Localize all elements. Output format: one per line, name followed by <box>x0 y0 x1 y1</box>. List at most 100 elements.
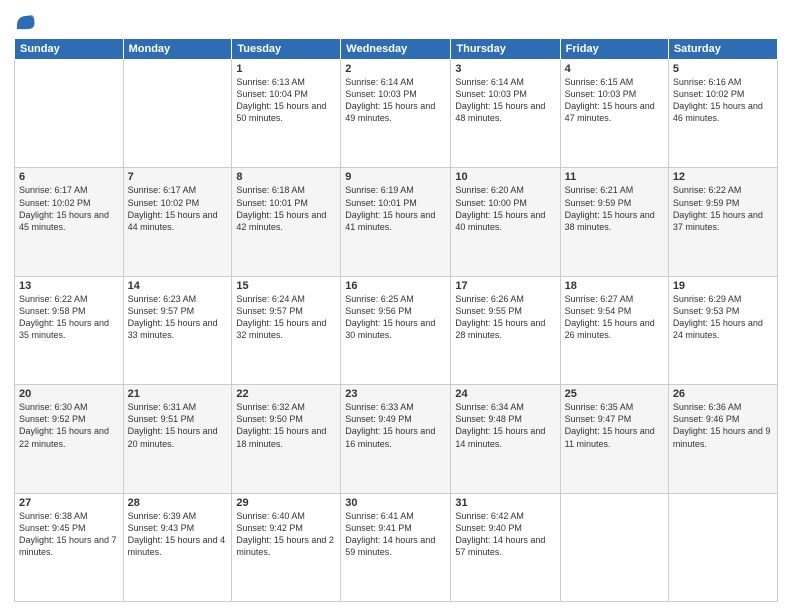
calendar-cell: 8Sunrise: 6:18 AM Sunset: 10:01 PM Dayli… <box>232 168 341 276</box>
calendar-cell: 26Sunrise: 6:36 AM Sunset: 9:46 PM Dayli… <box>668 385 777 493</box>
weekday-header-tuesday: Tuesday <box>232 39 341 60</box>
calendar-cell: 11Sunrise: 6:21 AM Sunset: 9:59 PM Dayli… <box>560 168 668 276</box>
day-info: Sunrise: 6:42 AM Sunset: 9:40 PM Dayligh… <box>455 510 555 559</box>
calendar-cell: 12Sunrise: 6:22 AM Sunset: 9:59 PM Dayli… <box>668 168 777 276</box>
header <box>14 10 778 32</box>
day-info: Sunrise: 6:21 AM Sunset: 9:59 PM Dayligh… <box>565 184 664 233</box>
logo-icon <box>14 10 36 32</box>
day-info: Sunrise: 6:40 AM Sunset: 9:42 PM Dayligh… <box>236 510 336 559</box>
day-info: Sunrise: 6:22 AM Sunset: 9:59 PM Dayligh… <box>673 184 773 233</box>
day-number: 11 <box>565 171 664 183</box>
calendar-cell: 23Sunrise: 6:33 AM Sunset: 9:49 PM Dayli… <box>341 385 451 493</box>
day-info: Sunrise: 6:38 AM Sunset: 9:45 PM Dayligh… <box>19 510 119 559</box>
calendar-cell: 20Sunrise: 6:30 AM Sunset: 9:52 PM Dayli… <box>15 385 124 493</box>
weekday-header-thursday: Thursday <box>451 39 560 60</box>
calendar-cell: 10Sunrise: 6:20 AM Sunset: 10:00 PM Dayl… <box>451 168 560 276</box>
day-info: Sunrise: 6:36 AM Sunset: 9:46 PM Dayligh… <box>673 401 773 450</box>
day-info: Sunrise: 6:14 AM Sunset: 10:03 PM Daylig… <box>455 76 555 125</box>
calendar-cell: 17Sunrise: 6:26 AM Sunset: 9:55 PM Dayli… <box>451 276 560 384</box>
weekday-header-monday: Monday <box>123 39 232 60</box>
calendar-cell: 9Sunrise: 6:19 AM Sunset: 10:01 PM Dayli… <box>341 168 451 276</box>
calendar-cell: 29Sunrise: 6:40 AM Sunset: 9:42 PM Dayli… <box>232 493 341 601</box>
weekday-header-saturday: Saturday <box>668 39 777 60</box>
week-row-0: 1Sunrise: 6:13 AM Sunset: 10:04 PM Dayli… <box>15 60 778 168</box>
page: SundayMondayTuesdayWednesdayThursdayFrid… <box>0 0 792 612</box>
day-number: 7 <box>128 171 228 183</box>
calendar-cell: 4Sunrise: 6:15 AM Sunset: 10:03 PM Dayli… <box>560 60 668 168</box>
day-info: Sunrise: 6:27 AM Sunset: 9:54 PM Dayligh… <box>565 293 664 342</box>
day-number: 12 <box>673 171 773 183</box>
day-info: Sunrise: 6:16 AM Sunset: 10:02 PM Daylig… <box>673 76 773 125</box>
day-number: 9 <box>345 171 446 183</box>
day-number: 10 <box>455 171 555 183</box>
calendar-cell: 13Sunrise: 6:22 AM Sunset: 9:58 PM Dayli… <box>15 276 124 384</box>
calendar-cell: 24Sunrise: 6:34 AM Sunset: 9:48 PM Dayli… <box>451 385 560 493</box>
calendar-cell: 1Sunrise: 6:13 AM Sunset: 10:04 PM Dayli… <box>232 60 341 168</box>
day-info: Sunrise: 6:35 AM Sunset: 9:47 PM Dayligh… <box>565 401 664 450</box>
day-info: Sunrise: 6:25 AM Sunset: 9:56 PM Dayligh… <box>345 293 446 342</box>
calendar-cell: 25Sunrise: 6:35 AM Sunset: 9:47 PM Dayli… <box>560 385 668 493</box>
calendar-cell: 31Sunrise: 6:42 AM Sunset: 9:40 PM Dayli… <box>451 493 560 601</box>
week-row-3: 20Sunrise: 6:30 AM Sunset: 9:52 PM Dayli… <box>15 385 778 493</box>
logo <box>14 10 38 32</box>
day-number: 31 <box>455 497 555 509</box>
day-number: 24 <box>455 388 555 400</box>
day-number: 19 <box>673 280 773 292</box>
day-number: 23 <box>345 388 446 400</box>
day-number: 20 <box>19 388 119 400</box>
calendar-cell <box>123 60 232 168</box>
day-number: 2 <box>345 63 446 75</box>
day-info: Sunrise: 6:34 AM Sunset: 9:48 PM Dayligh… <box>455 401 555 450</box>
calendar-cell <box>560 493 668 601</box>
day-number: 4 <box>565 63 664 75</box>
weekday-header-friday: Friday <box>560 39 668 60</box>
calendar-cell: 6Sunrise: 6:17 AM Sunset: 10:02 PM Dayli… <box>15 168 124 276</box>
weekday-header-sunday: Sunday <box>15 39 124 60</box>
calendar-table: SundayMondayTuesdayWednesdayThursdayFrid… <box>14 38 778 602</box>
day-number: 21 <box>128 388 228 400</box>
day-info: Sunrise: 6:31 AM Sunset: 9:51 PM Dayligh… <box>128 401 228 450</box>
week-row-1: 6Sunrise: 6:17 AM Sunset: 10:02 PM Dayli… <box>15 168 778 276</box>
calendar-cell: 18Sunrise: 6:27 AM Sunset: 9:54 PM Dayli… <box>560 276 668 384</box>
day-info: Sunrise: 6:20 AM Sunset: 10:00 PM Daylig… <box>455 184 555 233</box>
calendar-cell: 27Sunrise: 6:38 AM Sunset: 9:45 PM Dayli… <box>15 493 124 601</box>
day-info: Sunrise: 6:19 AM Sunset: 10:01 PM Daylig… <box>345 184 446 233</box>
day-number: 16 <box>345 280 446 292</box>
day-info: Sunrise: 6:15 AM Sunset: 10:03 PM Daylig… <box>565 76 664 125</box>
day-info: Sunrise: 6:17 AM Sunset: 10:02 PM Daylig… <box>128 184 228 233</box>
day-number: 25 <box>565 388 664 400</box>
calendar-cell: 30Sunrise: 6:41 AM Sunset: 9:41 PM Dayli… <box>341 493 451 601</box>
day-number: 6 <box>19 171 119 183</box>
day-number: 8 <box>236 171 336 183</box>
day-number: 27 <box>19 497 119 509</box>
day-info: Sunrise: 6:41 AM Sunset: 9:41 PM Dayligh… <box>345 510 446 559</box>
day-info: Sunrise: 6:22 AM Sunset: 9:58 PM Dayligh… <box>19 293 119 342</box>
week-row-2: 13Sunrise: 6:22 AM Sunset: 9:58 PM Dayli… <box>15 276 778 384</box>
calendar-cell <box>15 60 124 168</box>
day-number: 5 <box>673 63 773 75</box>
day-info: Sunrise: 6:33 AM Sunset: 9:49 PM Dayligh… <box>345 401 446 450</box>
calendar-cell: 3Sunrise: 6:14 AM Sunset: 10:03 PM Dayli… <box>451 60 560 168</box>
day-number: 13 <box>19 280 119 292</box>
day-number: 3 <box>455 63 555 75</box>
calendar-cell: 14Sunrise: 6:23 AM Sunset: 9:57 PM Dayli… <box>123 276 232 384</box>
day-info: Sunrise: 6:18 AM Sunset: 10:01 PM Daylig… <box>236 184 336 233</box>
calendar-cell: 16Sunrise: 6:25 AM Sunset: 9:56 PM Dayli… <box>341 276 451 384</box>
day-info: Sunrise: 6:32 AM Sunset: 9:50 PM Dayligh… <box>236 401 336 450</box>
day-info: Sunrise: 6:14 AM Sunset: 10:03 PM Daylig… <box>345 76 446 125</box>
day-number: 26 <box>673 388 773 400</box>
day-number: 18 <box>565 280 664 292</box>
day-number: 15 <box>236 280 336 292</box>
calendar-cell: 28Sunrise: 6:39 AM Sunset: 9:43 PM Dayli… <box>123 493 232 601</box>
calendar-cell: 19Sunrise: 6:29 AM Sunset: 9:53 PM Dayli… <box>668 276 777 384</box>
day-number: 14 <box>128 280 228 292</box>
day-number: 29 <box>236 497 336 509</box>
calendar-cell: 5Sunrise: 6:16 AM Sunset: 10:02 PM Dayli… <box>668 60 777 168</box>
day-info: Sunrise: 6:17 AM Sunset: 10:02 PM Daylig… <box>19 184 119 233</box>
weekday-header-wednesday: Wednesday <box>341 39 451 60</box>
calendar-cell: 15Sunrise: 6:24 AM Sunset: 9:57 PM Dayli… <box>232 276 341 384</box>
day-info: Sunrise: 6:30 AM Sunset: 9:52 PM Dayligh… <box>19 401 119 450</box>
day-info: Sunrise: 6:26 AM Sunset: 9:55 PM Dayligh… <box>455 293 555 342</box>
day-number: 22 <box>236 388 336 400</box>
day-number: 30 <box>345 497 446 509</box>
